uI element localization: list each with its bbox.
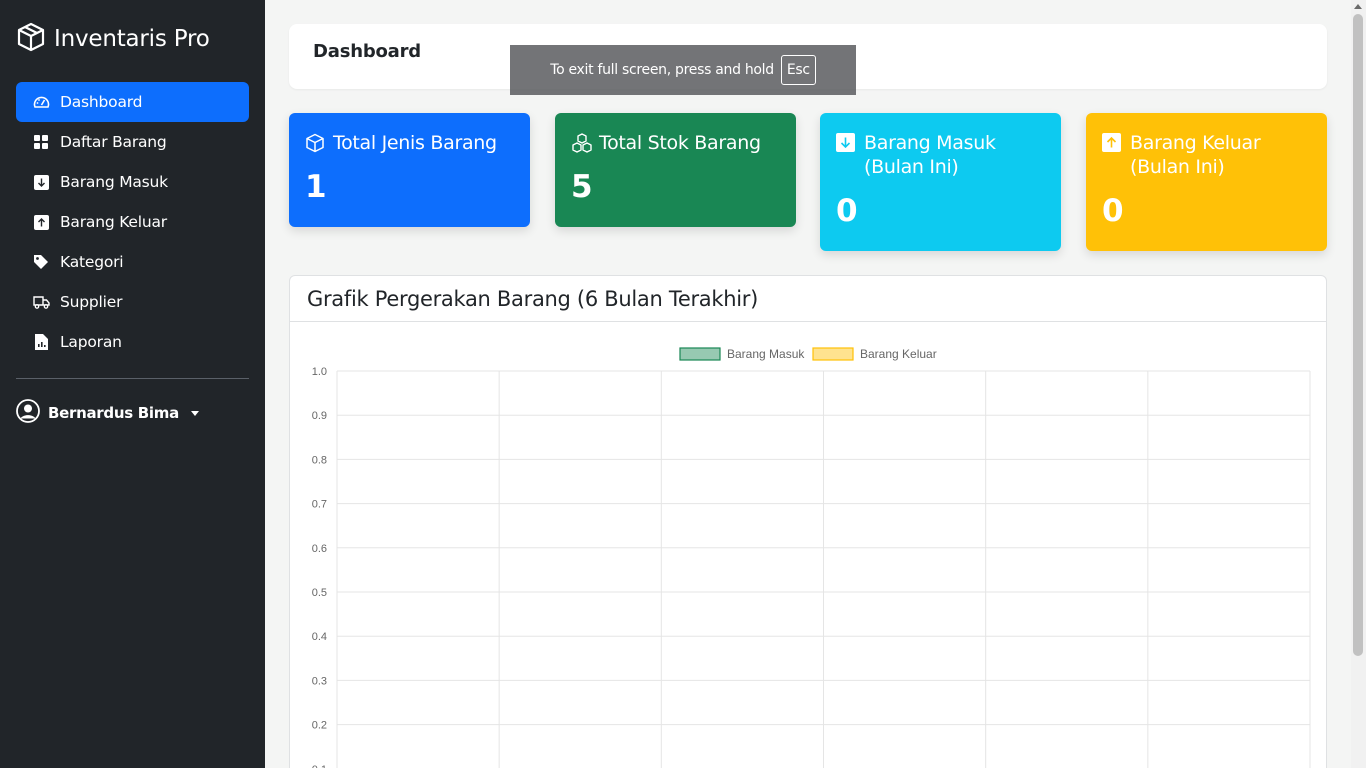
sidebar-item-supplier[interactable]: Supplier (16, 282, 249, 322)
arrow-down-square-icon (32, 173, 50, 191)
sidebar-item-label: Barang Masuk (60, 173, 168, 191)
sidebar-item-kategori[interactable]: Kategori (16, 242, 249, 282)
sidebar-divider (16, 378, 249, 379)
scroll-up-icon[interactable] (1354, 4, 1362, 9)
box-icon (305, 133, 325, 153)
stat-title: Barang Keluar (Bulan Ini) (1130, 132, 1261, 178)
legend-label: Barang Keluar (860, 347, 937, 361)
y-tick-label: 0.7 (312, 499, 327, 511)
stat-value: 1 (305, 169, 327, 205)
sidebar-item-barang-masuk[interactable]: Barang Masuk (16, 162, 249, 202)
chart-title: Grafik Pergerakan Barang (6 Bulan Terakh… (307, 286, 758, 311)
speedometer-icon (32, 93, 50, 111)
stat-title: Total Jenis Barang (333, 132, 497, 154)
legend-swatch (679, 347, 721, 361)
esc-key: Esc (780, 55, 816, 85)
arrow-down-square-icon (836, 133, 856, 153)
stat-title: Total Stok Barang (599, 132, 761, 154)
user-menu[interactable]: Bernardus Bima (16, 399, 199, 427)
stat-title: Barang Masuk (Bulan Ini) (864, 132, 996, 178)
sidebar: Inventaris Pro Dashboard Daftar Barang B… (0, 0, 265, 768)
truck-icon (32, 293, 50, 311)
y-tick-label: 0.5 (312, 587, 327, 599)
file-report-icon (32, 333, 50, 351)
tags-icon (32, 253, 50, 271)
sidebar-item-label: Barang Keluar (60, 213, 167, 231)
user-circle-icon (16, 399, 40, 427)
legend-label: Barang Masuk (727, 347, 805, 361)
y-tick-label: 1.0 (312, 366, 327, 378)
sidebar-item-dashboard[interactable]: Dashboard (16, 82, 249, 122)
app-title: Inventaris Pro (54, 26, 210, 52)
sidebar-item-label: Supplier (60, 293, 123, 311)
fullscreen-notice-text: To exit full screen, press and hold (550, 62, 774, 78)
stat-card-barang-keluar: Barang Keluar (Bulan Ini) 0 (1086, 113, 1327, 251)
arrow-up-square-icon (32, 213, 50, 231)
chart-card: Grafik Pergerakan Barang (6 Bulan Terakh… (289, 275, 1327, 768)
stat-value: 5 (571, 169, 593, 205)
arrow-up-square-icon (1102, 133, 1122, 153)
sidebar-item-label: Daftar Barang (60, 133, 167, 151)
sidebar-item-label: Kategori (60, 253, 124, 271)
y-tick-label: 0.2 (312, 720, 327, 732)
sidebar-item-label: Laporan (60, 333, 122, 351)
stat-value: 0 (1102, 193, 1124, 229)
caret-down-icon (190, 410, 199, 416)
stat-card-barang-masuk: Barang Masuk (Bulan Ini) 0 (820, 113, 1061, 251)
y-tick-label: 0.6 (312, 543, 327, 555)
scrollbar-thumb[interactable] (1353, 14, 1363, 656)
sidebar-item-laporan[interactable]: Laporan (16, 322, 249, 362)
y-tick-label: 0.9 (312, 410, 327, 422)
y-tick-label: 0.8 (312, 454, 327, 466)
brand[interactable]: Inventaris Pro (16, 22, 210, 56)
page-title: Dashboard (313, 41, 421, 62)
y-tick-label: 0.1 (312, 764, 327, 768)
sidebar-item-label: Dashboard (60, 93, 143, 111)
movement-chart: Barang Masuk Barang Keluar 1.0 0.9 0.8 0.7 0.6… (312, 347, 1311, 768)
sidebar-item-daftar-barang[interactable]: Daftar Barang (16, 122, 249, 162)
stat-card-total-jenis-barang: Total Jenis Barang 1 (289, 113, 530, 227)
user-name: Bernardus Bima (48, 404, 179, 422)
box-icon (16, 22, 46, 56)
fullscreen-notice: To exit full screen, press and hold Esc (510, 45, 856, 95)
scrollbar[interactable] (1351, 0, 1366, 768)
sidebar-nav: Dashboard Daftar Barang Barang Masuk Bar… (16, 82, 249, 362)
y-tick-label: 0.3 (312, 675, 327, 687)
legend-swatch (812, 347, 854, 361)
stat-value: 0 (836, 193, 858, 229)
grid-icon (32, 133, 50, 151)
sidebar-item-barang-keluar[interactable]: Barang Keluar (16, 202, 249, 242)
boxes-icon (571, 133, 592, 153)
stat-card-total-stok-barang: Total Stok Barang 5 (555, 113, 796, 227)
chart-header: Grafik Pergerakan Barang (6 Bulan Terakh… (290, 276, 1326, 322)
y-tick-label: 0.4 (312, 631, 327, 643)
